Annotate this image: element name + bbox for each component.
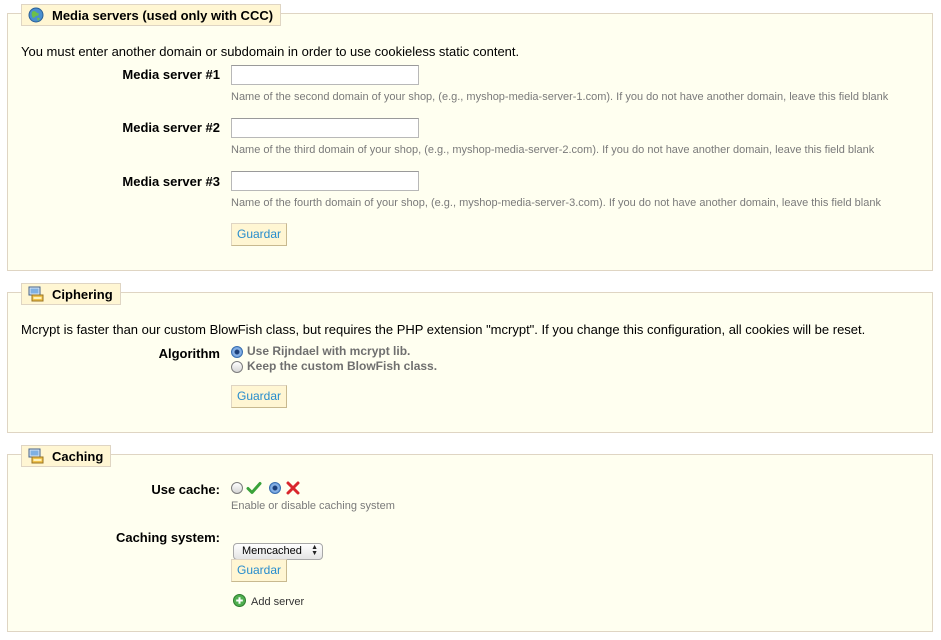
caching-fieldset: Caching Use cache: Enable or disable cac…	[7, 445, 933, 632]
add-icon[interactable]	[233, 594, 246, 607]
use-cache-label: Use cache:	[151, 482, 220, 497]
media-servers-save-button[interactable]: Guardar	[231, 223, 288, 246]
media-server-3-label: Media server #3	[122, 174, 220, 189]
media-server-2-input[interactable]	[231, 118, 419, 138]
ciphering-save-button[interactable]: Guardar	[231, 385, 288, 408]
media-servers-legend: Media servers (used only with CCC)	[21, 4, 282, 26]
media-server-1-input[interactable]	[231, 65, 419, 85]
caching-system-label: Caching system:	[115, 530, 220, 545]
radio-rijndael[interactable]	[231, 346, 243, 358]
checkmark-icon	[246, 480, 262, 496]
media-servers-legend-text: Media servers (used only with CCC)	[52, 7, 274, 23]
media-server-1-hint: Name of the second domain of your shop, …	[231, 91, 889, 103]
add-server-link[interactable]: Add server	[251, 596, 304, 608]
radio-cache-enable[interactable]	[231, 482, 243, 494]
media-server-1-label: Media server #1	[122, 67, 220, 82]
media-server-2-label: Media server #2	[122, 120, 220, 135]
globe-icon	[28, 7, 44, 23]
computer-icon	[28, 286, 44, 302]
radio-blowfish-label[interactable]: Keep the custom BlowFish class.	[247, 359, 437, 373]
caching-system-value: Memcached	[242, 545, 302, 557]
caching-legend: Caching	[21, 445, 112, 467]
radio-blowfish[interactable]	[231, 361, 243, 373]
media-server-3-input[interactable]	[231, 171, 419, 191]
media-servers-fieldset: Media servers (used only with CCC) You m…	[7, 4, 933, 271]
ciphering-intro: Mcrypt is faster than our custom BlowFis…	[21, 322, 866, 337]
computer-icon	[28, 448, 44, 464]
select-arrows-icon: ▲ ▼	[311, 544, 318, 557]
radio-rijndael-label[interactable]: Use Rijndael with mcrypt lib.	[247, 344, 410, 358]
ciphering-legend: Ciphering	[21, 283, 121, 305]
algorithm-label: Algorithm	[158, 346, 220, 361]
caching-save-button[interactable]: Guardar	[231, 559, 288, 582]
caching-legend-text: Caching	[52, 448, 104, 464]
use-cache-hint: Enable or disable caching system	[231, 500, 395, 512]
cross-icon	[285, 480, 301, 496]
ciphering-legend-text: Ciphering	[52, 286, 113, 302]
caching-system-select[interactable]: Memcached ▲ ▼	[233, 543, 323, 560]
media-servers-intro: You must enter another domain or subdoma…	[21, 44, 520, 59]
radio-cache-disable[interactable]	[269, 482, 281, 494]
media-server-2-hint: Name of the third domain of your shop, (…	[231, 144, 875, 156]
ciphering-fieldset: Ciphering Mcrypt is faster than our cust…	[7, 283, 933, 433]
media-server-3-hint: Name of the fourth domain of your shop, …	[231, 197, 881, 209]
